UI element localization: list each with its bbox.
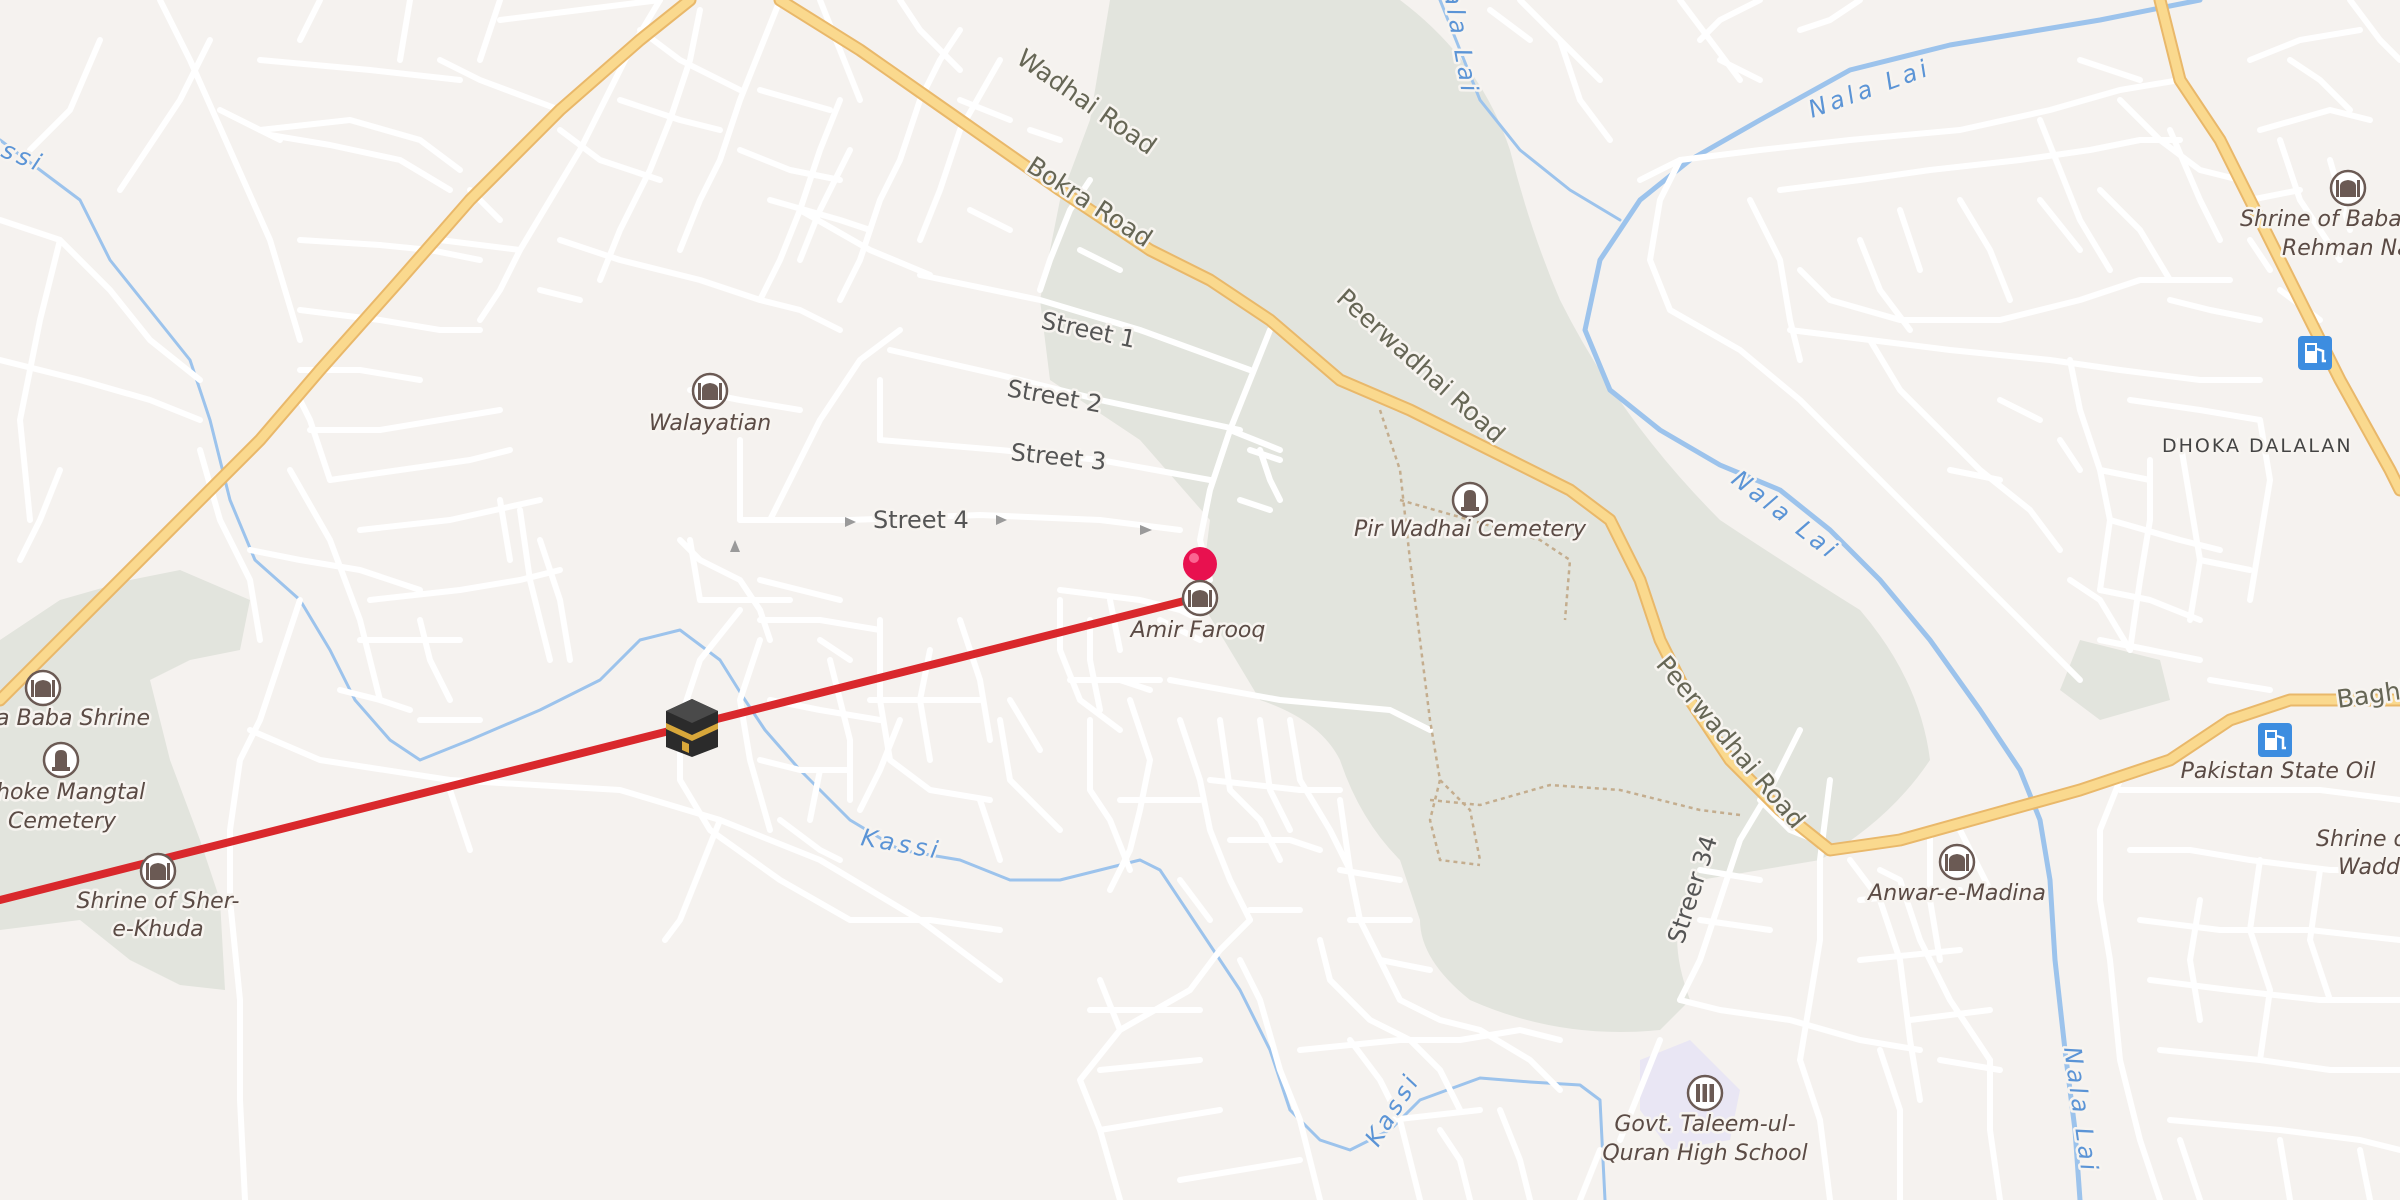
school-icon[interactable]: [1686, 1074, 1724, 1112]
water-label-kassi-west: Kassi: [0, 122, 49, 178]
road-label-baghi: Baghi: [2335, 675, 2400, 714]
poi-label-mangtal-cemetery-line2: Cemetery: [8, 809, 117, 834]
water-label-kassi-middle: Kassi: [859, 823, 944, 865]
street-label-4: Street 4: [873, 506, 969, 534]
poi-label-pir-wadhai-cemetery: Pir Wadhai Cemetery: [1354, 517, 1587, 542]
shrine-icon[interactable]: [24, 669, 62, 707]
fuel-station-icon[interactable]: [2256, 721, 2294, 759]
green-areas: [0, 0, 2170, 1150]
poi-label-pakistan-state-oil: Pakistan State Oil: [2181, 759, 2376, 784]
street-label-3: Street 3: [1009, 438, 1107, 476]
fuel-station-icon[interactable]: [2296, 334, 2334, 372]
one-way-arrow: [730, 540, 740, 552]
poi-label-shrine-rehman-line1: Shrine of Baba A: [2240, 207, 2400, 232]
cemetery-icon[interactable]: [42, 741, 80, 779]
poi-label-shrine-wadd-line1: Shrine of: [2316, 827, 2400, 852]
poi-label-school-line1: Govt. Taleem-ul-: [1614, 1112, 1795, 1137]
mosque-icon[interactable]: [1938, 843, 1976, 881]
shrine-icon[interactable]: [139, 852, 177, 890]
poi-label-mangtal-cemetery-line1: hoke Mangtal: [0, 780, 145, 805]
mosque-icon[interactable]: [1181, 579, 1219, 617]
map-view[interactable]: Wadhai Road Bokra Road Peerwadhai Road P…: [0, 0, 2400, 1200]
poi-label-baba-shrine: a Baba Shrine: [0, 706, 150, 731]
kaaba-icon[interactable]: [666, 699, 718, 757]
area-label-dhoka-dalalan: DHOKA DALALAN: [2162, 435, 2353, 457]
poi-label-walayatian: Walayatian: [649, 411, 771, 436]
poi-label-amir-farooq: Amir Farooq: [1129, 618, 1266, 643]
poi-label-school-line2: Quran High School: [1602, 1141, 1807, 1166]
map-canvas[interactable]: Wadhai Road Bokra Road Peerwadhai Road P…: [0, 0, 2400, 1200]
cemetery-icon[interactable]: [1451, 481, 1489, 519]
poi-label-anwar-e-madina: Anwar-e-Madina: [1866, 881, 2046, 906]
poi-label-shrine-sher-line1: Shrine of Sher-: [77, 889, 240, 914]
water-label-kassi-south: Kassi: [1359, 1067, 1426, 1151]
poi-label-shrine-wadd-line2: Wadd: [2338, 855, 2400, 880]
poi-label-shrine-rehman-line2: Rehman Nagp: [2282, 236, 2400, 261]
mosque-icon[interactable]: [691, 372, 729, 410]
water-label-nala-lai-south: Nala Lai: [2058, 1045, 2104, 1176]
poi-label-shrine-sher-line2: e-Khuda: [112, 917, 203, 942]
shrine-icon[interactable]: [2329, 169, 2367, 207]
